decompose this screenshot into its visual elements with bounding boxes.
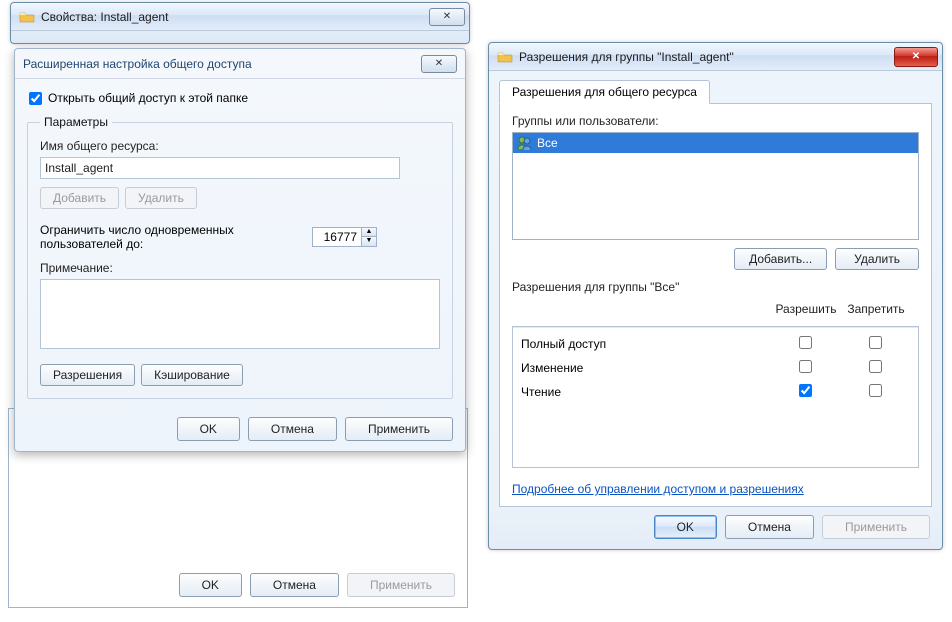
permissions-table-header: Разрешить Запретить [512,298,919,320]
adv-cancel-button[interactable]: Отмена [248,417,337,441]
perm-change-label: Изменение [521,361,770,375]
groups-users-listbox[interactable]: Все [512,132,919,240]
permissions-rows: Полный доступ Изменение Чтение [513,327,918,467]
permissions-for-label: Разрешения для группы "Все" [512,280,919,294]
note-label: Примечание: [40,261,440,275]
perm-full-deny-checkbox[interactable] [869,336,882,349]
share-folder-checkbox[interactable] [29,92,42,105]
limit-users-input[interactable] [313,228,361,246]
share-name-label: Имя общего ресурса: [40,139,440,153]
folder-icon [497,49,513,65]
advanced-sharing-close-button[interactable]: ✕ [421,55,457,73]
properties-window: Свойства: Install_agent ✕ [10,2,470,44]
limit-users-label: Ограничить число одновременных пользоват… [40,223,300,251]
permissions-titlebar: Разрешения для группы "Install_agent" ✕ [489,43,942,71]
groups-users-label: Группы или пользователи: [512,114,919,128]
perm-full-label: Полный доступ [521,337,770,351]
properties-title: Свойства: Install_agent [41,10,426,24]
advanced-sharing-dialog: Расширенная настройка общего доступа ✕ О… [14,48,466,452]
advanced-sharing-title: Расширенная настройка общего доступа [23,57,418,71]
perm-read-allow-checkbox[interactable] [799,384,812,397]
perm-add-button[interactable]: Добавить... [734,248,827,270]
adv-ok-button[interactable]: OK [177,417,240,441]
properties-close-button[interactable]: ✕ [429,8,465,26]
advanced-sharing-titlebar: Расширенная настройка общего доступа ✕ [15,49,465,79]
perm-ok-button[interactable]: OK [654,515,717,539]
users-icon [517,135,533,151]
perm-read-deny-checkbox[interactable] [869,384,882,397]
parent-ok-button[interactable]: OK [179,573,242,597]
perm-read-label: Чтение [521,385,770,399]
permissions-button[interactable]: Разрешения [40,364,135,386]
note-textarea[interactable] [40,279,440,349]
caching-button[interactable]: Кэширование [141,364,243,386]
list-item-everyone[interactable]: Все [513,133,918,153]
share-name-input[interactable] [40,157,400,179]
perm-row-read: Чтение [521,380,910,404]
permissions-title: Разрешения для группы "Install_agent" [519,50,891,64]
share-remove-button: Удалить [125,187,197,209]
properties-titlebar: Свойства: Install_agent ✕ [11,3,469,31]
limit-users-spinner[interactable]: ▲ ▼ [312,227,377,247]
share-add-button: Добавить [40,187,119,209]
permissions-close-button[interactable]: ✕ [894,47,938,67]
perm-cancel-button[interactable]: Отмена [725,515,814,539]
share-folder-checkbox-label: Открыть общий доступ к этой папке [48,91,248,105]
perm-row-change: Изменение [521,356,910,380]
perm-remove-button[interactable]: Удалить [835,248,919,270]
perm-apply-button: Применить [822,515,930,539]
adv-apply-button[interactable]: Применить [345,417,453,441]
spinner-up-icon[interactable]: ▲ [362,228,376,237]
parent-apply-button: Применить [347,573,455,597]
learn-more-link[interactable]: Подробнее об управлении доступом и разре… [512,482,804,496]
list-item-everyone-label: Все [537,136,558,150]
perm-change-allow-checkbox[interactable] [799,360,812,373]
parameters-legend: Параметры [40,115,112,129]
parent-cancel-button[interactable]: Отмена [250,573,339,597]
folder-icon [19,9,35,25]
parameters-group: Параметры Имя общего ресурса: Добавить У… [27,115,453,399]
col-deny: Запретить [841,302,911,316]
spinner-down-icon[interactable]: ▼ [362,237,376,246]
col-allow: Разрешить [771,302,841,316]
perm-full-allow-checkbox[interactable] [799,336,812,349]
perm-row-full: Полный доступ [521,332,910,356]
tab-share-permissions[interactable]: Разрешения для общего ресурса [499,80,710,104]
perm-change-deny-checkbox[interactable] [869,360,882,373]
permissions-window: Разрешения для группы "Install_agent" ✕ … [488,42,943,550]
